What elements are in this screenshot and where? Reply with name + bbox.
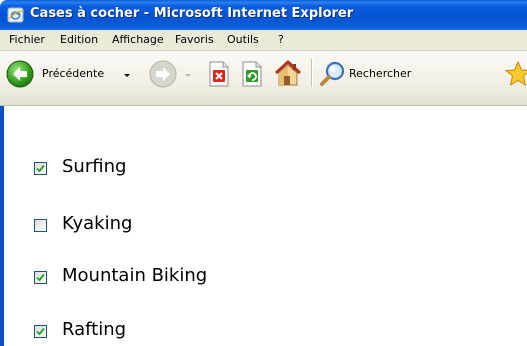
refresh-icon[interactable] <box>240 61 264 87</box>
menu-outils[interactable]: Outils <box>227 33 259 46</box>
home-icon[interactable] <box>273 58 303 88</box>
checkmark-icon <box>36 164 45 173</box>
checkbox-surfing[interactable] <box>34 162 47 175</box>
toolbar-separator <box>311 59 312 87</box>
search-button[interactable]: Rechercher <box>318 57 498 91</box>
checkbox-label: Surfing <box>62 156 127 177</box>
menu-affichage[interactable]: Affichage <box>112 33 164 46</box>
title-bar: Cases à cocher - Microsoft Internet Expl… <box>0 0 527 30</box>
checkbox-rafting[interactable] <box>34 325 47 338</box>
forward-arrow-icon[interactable] <box>148 59 178 89</box>
window-title: Cases à cocher - Microsoft Internet Expl… <box>30 6 354 21</box>
toolbar: Précédente Rechercher <box>0 51 527 106</box>
window-left-border <box>0 106 4 346</box>
back-button-label: Précédente <box>42 67 105 80</box>
forward-dropdown-arrow-icon[interactable] <box>185 74 191 77</box>
search-button-label: Rechercher <box>349 67 412 80</box>
checkmark-icon <box>36 327 45 336</box>
menu-fichier[interactable]: Fichier <box>9 33 45 46</box>
checkbox-label: Kyaking <box>62 213 133 234</box>
menu-help[interactable]: ? <box>278 33 284 46</box>
internet-explorer-icon <box>7 7 24 23</box>
search-icon <box>320 61 345 86</box>
favorites-star-icon[interactable] <box>505 61 527 87</box>
stop-icon[interactable] <box>207 61 231 87</box>
menu-bar: Fichier Edition Affichage Favoris Outils… <box>0 30 527 51</box>
checkbox-mountain-biking[interactable] <box>34 271 47 284</box>
back-arrow-icon <box>6 60 34 88</box>
checkmark-icon <box>36 273 45 282</box>
checkbox-kyaking[interactable] <box>34 219 47 232</box>
menu-favoris[interactable]: Favoris <box>175 33 214 46</box>
menu-edition[interactable]: Edition <box>60 33 98 46</box>
back-dropdown-arrow-icon[interactable] <box>124 74 130 77</box>
checkbox-label: Mountain Biking <box>62 265 208 286</box>
back-button[interactable]: Précédente <box>5 57 115 91</box>
checkbox-label: Rafting <box>62 319 127 340</box>
